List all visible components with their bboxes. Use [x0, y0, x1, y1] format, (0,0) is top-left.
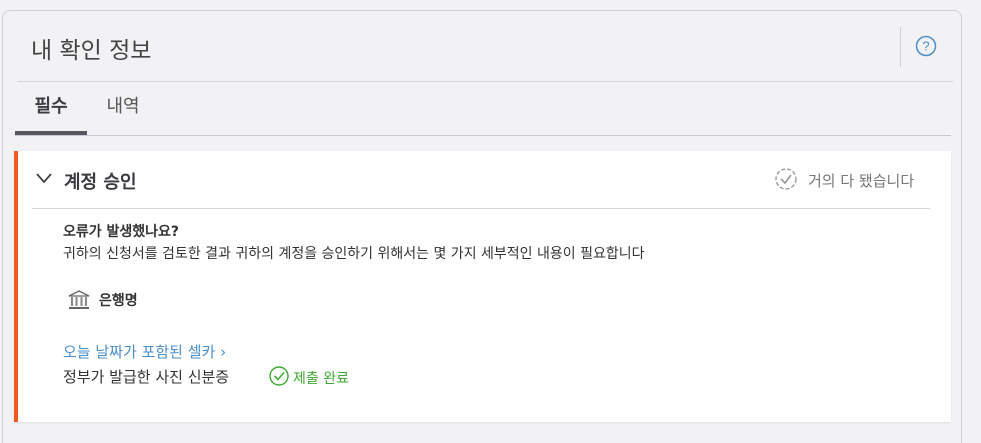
status-text: 거의 다 됐습니다	[808, 172, 915, 190]
chevron-down-icon[interactable]	[36, 172, 52, 184]
submitted-status: 제출 완료	[293, 371, 349, 387]
card-title: 계정 승인	[64, 172, 137, 193]
panel-header: 내 확인 정보 ?	[17, 11, 953, 82]
selfie-with-date-link[interactable]: 오늘 날짜가 포함된 셀카 ›	[63, 341, 226, 362]
tab-history[interactable]: 내역	[93, 83, 153, 135]
verification-panel: 내 확인 정보 ? 필수 내역 계정 승인 거의 다 됐습니다 오류가 발생했나…	[2, 10, 962, 443]
bank-icon	[68, 290, 90, 309]
check-circle-icon	[269, 366, 289, 386]
question-description: 귀하의 신청서를 검토한 결과 귀하의 계정을 승인하기 위해서는 몇 가지 세…	[63, 246, 645, 262]
svg-text:?: ?	[922, 39, 929, 54]
checklist-badge-icon	[775, 168, 797, 190]
account-approval-card: 계정 승인 거의 다 됐습니다 오류가 발생했나요? 귀하의 신청서를 검토한 …	[14, 151, 951, 422]
bank-name-label: 은행명	[99, 293, 138, 309]
tab-bar: 필수 내역	[15, 83, 951, 136]
question-title: 오류가 발생했나요?	[63, 224, 180, 240]
page-title: 내 확인 정보	[31, 38, 152, 64]
question-circle-icon[interactable]: ?	[915, 35, 937, 57]
tab-required[interactable]: 필수	[15, 83, 87, 135]
government-id-label: 정부가 발급한 사진 신분증	[63, 368, 230, 386]
card-header[interactable]: 계정 승인 거의 다 됐습니다	[32, 151, 930, 209]
header-divider	[900, 27, 901, 67]
